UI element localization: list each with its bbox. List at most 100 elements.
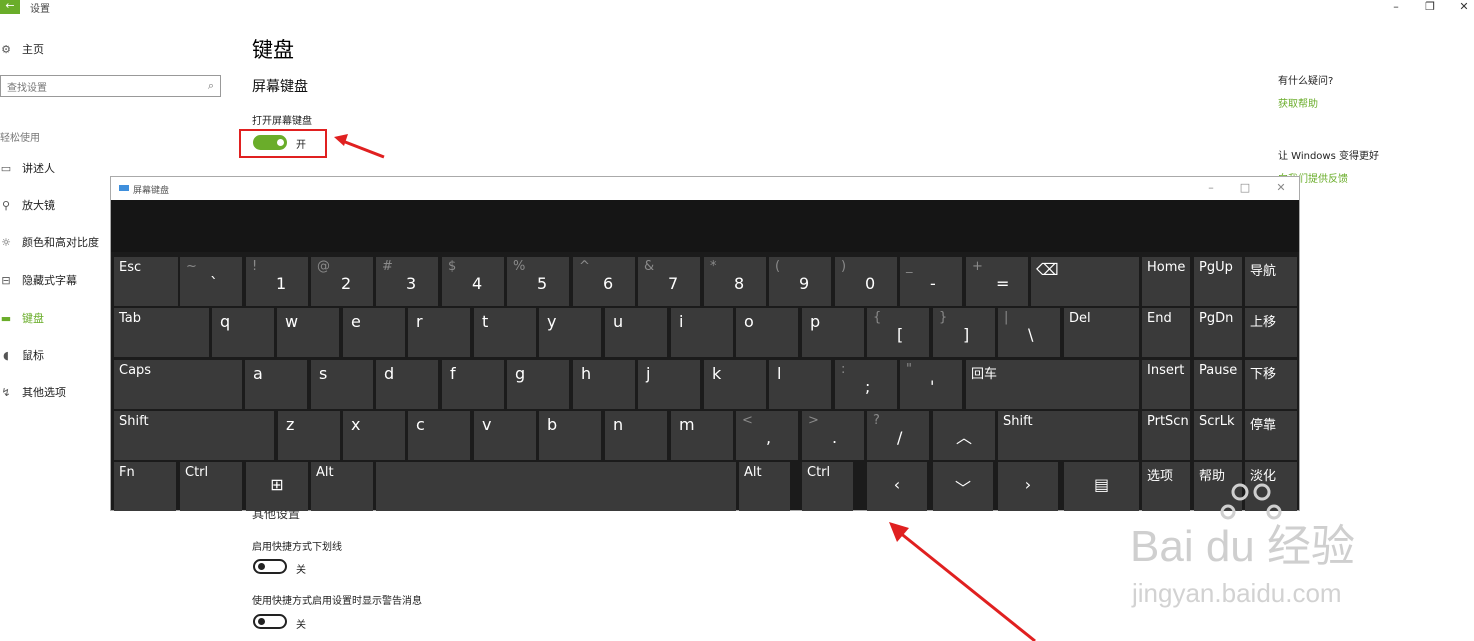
key-l[interactable]: l (769, 360, 831, 409)
key-tab[interactable]: Tab (114, 308, 209, 357)
key-scrlk[interactable]: ScrLk (1194, 411, 1242, 460)
key-t[interactable]: t (474, 308, 536, 357)
key-e[interactable]: e (343, 308, 405, 357)
sidebar-item-captions[interactable]: ⊟ 隐藏式字幕 (0, 272, 77, 288)
key-sym-3-10[interactable]: ? / (867, 411, 929, 460)
key-m[interactable]: m (671, 411, 733, 460)
key-alt[interactable]: Alt (739, 462, 790, 511)
warning-toggle[interactable] (253, 614, 287, 629)
key-home[interactable]: Home (1142, 257, 1190, 306)
key-label-1-17[interactable]: 上移 (1245, 308, 1297, 357)
key-2[interactable]: @2 (311, 257, 373, 306)
up-arrow-key[interactable]: ︿ (933, 411, 995, 460)
key-1[interactable]: ! 1 (246, 257, 308, 306)
key-9[interactable]: (9 (769, 257, 831, 306)
osk-maximize-button[interactable]: □ (1237, 181, 1253, 194)
key-esc[interactable]: Esc (114, 257, 178, 306)
minimize-button[interactable]: – (1386, 0, 1406, 13)
key-r[interactable]: r (408, 308, 470, 357)
key-0[interactable]: ) 0 (835, 257, 897, 306)
key-n[interactable]: n (605, 411, 667, 460)
key-g[interactable]: g (507, 360, 569, 409)
key-i[interactable]: i (671, 308, 733, 357)
sidebar-item-keyboard[interactable]: ▬ 键盘 (0, 310, 44, 326)
key-shift[interactable]: Shift (114, 411, 274, 460)
key-sym-1-12[interactable]: }] (933, 308, 995, 357)
key-label-4-11[interactable]: 选项 (1142, 462, 1190, 511)
key-sym-3-9[interactable]: >. (802, 411, 864, 460)
key-3[interactable]: #3 (376, 257, 438, 306)
osk-close-button[interactable]: ✕ (1273, 181, 1289, 194)
key-j[interactable]: j (638, 360, 700, 409)
right-arrow-key[interactable]: › (998, 462, 1058, 511)
sidebar-item-mouse[interactable]: ◖ 鼠标 (0, 347, 44, 363)
key-b[interactable]: b (539, 411, 601, 460)
key-f[interactable]: f (442, 360, 504, 409)
key-sym-0-1[interactable]: ~ ` (180, 257, 242, 306)
key-4[interactable]: $4 (442, 257, 504, 306)
left-arrow-key[interactable]: ‹ (867, 462, 927, 511)
key-z[interactable]: z (278, 411, 340, 460)
key-end[interactable]: End (1142, 308, 1190, 357)
down-arrow-key[interactable]: ﹀ (933, 462, 993, 511)
key-d[interactable]: d (376, 360, 438, 409)
close-button[interactable]: ✕ (1454, 0, 1474, 13)
key-pgup[interactable]: PgUp (1194, 257, 1242, 306)
sidebar-home[interactable]: ⚙ 主页 (0, 41, 44, 57)
key-pgdn[interactable]: PgDn (1194, 308, 1242, 357)
key-del[interactable]: Del (1064, 308, 1139, 357)
key-y[interactable]: y (539, 308, 601, 357)
windows-key[interactable]: ⊞ (246, 462, 308, 511)
key-8[interactable]: * 8 (704, 257, 766, 306)
key-label-2-12[interactable]: 回车 (966, 360, 1139, 409)
restore-button[interactable]: ❐ (1420, 0, 1440, 13)
key-pause[interactable]: Pause (1194, 360, 1242, 409)
key-sym-0-12[interactable]: _ - (900, 257, 962, 306)
key-x[interactable]: x (343, 411, 405, 460)
key-sym-1-11[interactable]: {[ (867, 308, 929, 357)
key-o[interactable]: o (736, 308, 798, 357)
key-s[interactable]: s (311, 360, 373, 409)
search-icon[interactable]: ⌕ (208, 79, 214, 93)
key-a[interactable]: a (245, 360, 307, 409)
key-q[interactable]: q (212, 308, 274, 357)
key-sym-3-8[interactable]: <, (736, 411, 798, 460)
menu-key[interactable]: ▤ (1064, 462, 1139, 511)
key-label-2-15[interactable]: 下移 (1245, 360, 1297, 409)
sidebar-item-contrast[interactable]: ☼ 颜色和高对比度 (0, 234, 99, 250)
key-w[interactable]: w (277, 308, 339, 357)
sidebar-item-narrator[interactable]: ▭ 讲述人 (0, 160, 55, 176)
key-caps[interactable]: Caps (114, 360, 242, 409)
key-fn[interactable]: Fn (114, 462, 176, 511)
back-arrow-icon[interactable]: ← (0, 0, 20, 14)
underline-toggle[interactable] (253, 559, 287, 574)
sidebar-item-magnifier[interactable]: ⚲ 放大镜 (0, 197, 55, 213)
key-alt[interactable]: Alt (311, 462, 373, 511)
key-u[interactable]: u (605, 308, 667, 357)
key-sym-0-13[interactable]: + = (966, 257, 1028, 306)
key-k[interactable]: k (704, 360, 766, 409)
key-6[interactable]: ^ 6 (573, 257, 635, 306)
key-p[interactable]: p (802, 308, 864, 357)
get-help-link[interactable]: 获取帮助 (1278, 95, 1318, 110)
key-h[interactable]: h (573, 360, 635, 409)
key-7[interactable]: & 7 (638, 257, 700, 306)
sidebar-item-other-options[interactable]: ↯ 其他选项 (0, 384, 66, 400)
key-sym-1-13[interactable]: | \ (998, 308, 1060, 357)
backspace-key[interactable]: ⌫ (1031, 257, 1139, 306)
key-ctrl[interactable]: Ctrl (802, 462, 853, 511)
space-key[interactable] (376, 462, 736, 511)
key-ctrl[interactable]: Ctrl (180, 462, 242, 511)
key-5[interactable]: % 5 (507, 257, 569, 306)
search-input[interactable]: 查找设置 ⌕ (0, 75, 221, 97)
key-sym-2-10[interactable]: :; (835, 360, 897, 409)
key-label-3-15[interactable]: 停靠 (1245, 411, 1297, 460)
osk-minimize-button[interactable]: – (1203, 181, 1219, 194)
key-label-0-17[interactable]: 导航 (1245, 257, 1297, 306)
key-c[interactable]: c (408, 411, 470, 460)
key-sym-2-11[interactable]: " ' (900, 360, 962, 409)
key-shift[interactable]: Shift (998, 411, 1138, 460)
key-insert[interactable]: Insert (1142, 360, 1190, 409)
key-v[interactable]: v (474, 411, 536, 460)
key-prtscn[interactable]: PrtScn (1142, 411, 1190, 460)
